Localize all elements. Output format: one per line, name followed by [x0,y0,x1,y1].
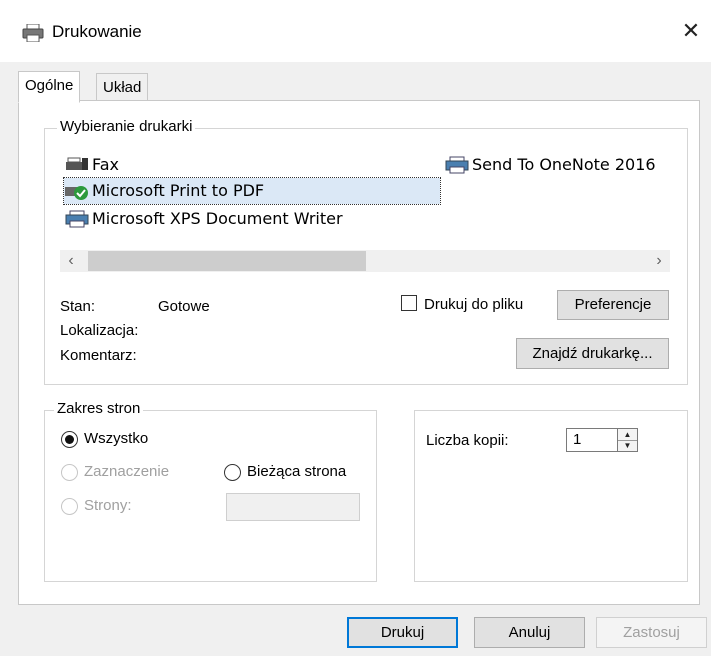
radio-current-page-label[interactable]: Bieżąca strona [247,463,346,480]
spin-down-icon[interactable]: ▼ [618,440,637,451]
tab-layout[interactable]: Układ [96,73,149,102]
printer-name: Send To OneNote 2016 [472,155,656,174]
location-label: Lokalizacja: [60,322,139,339]
scroll-left-icon[interactable]: ‹ [60,250,82,272]
printer-item-microsoft-xps[interactable]: Microsoft XPS Document Writer [64,206,343,232]
tab-general[interactable]: Ogólne [18,71,81,103]
pages-input[interactable] [226,493,360,521]
close-button[interactable]: ✕ [676,16,706,46]
scroll-right-icon[interactable]: › [648,250,670,272]
printer-icon [65,210,89,228]
status-value: Gotowe [158,298,210,315]
fax-printer-icon [66,157,88,170]
window-title: Drukowanie [52,22,142,41]
printer-item-fax[interactable]: Fax [64,152,119,178]
radio-current-page[interactable] [224,464,241,481]
radio-selection[interactable] [61,464,78,481]
copies-label: Liczba kopii: [426,432,509,449]
preferences-button[interactable]: Preferencje [557,290,669,320]
status-label: Stan: [60,298,96,315]
printer-icon [445,156,469,174]
radio-all-label[interactable]: Wszystko [84,430,148,447]
printer-name: Microsoft Print to PDF [92,181,265,200]
radio-pages-label[interactable]: Strony: [84,497,132,514]
radio-all[interactable] [61,431,78,448]
comment-label: Komentarz: [60,347,137,364]
copies-spinner[interactable]: ▲ ▼ [617,428,638,452]
cancel-button[interactable]: Anuluj [474,617,585,648]
apply-button[interactable]: Zastosuj [596,617,707,648]
print-to-file-checkbox[interactable] [401,295,417,311]
printer-selection-label: Wybieranie drukarki [57,118,196,135]
printer-icon [22,24,44,42]
default-printer-check-icon [65,186,88,200]
copies-input[interactable]: 1 [566,428,618,452]
printer-item-send-to-onenote[interactable]: Send To OneNote 2016 [444,152,656,178]
printer-name: Fax [92,155,120,174]
printer-name: Microsoft XPS Document Writer [92,209,343,228]
find-printer-button[interactable]: Znajdź drukarkę... [516,338,669,369]
radio-pages[interactable] [61,498,78,515]
page-range-label: Zakres stron [54,400,144,417]
scrollbar-thumb[interactable] [88,251,366,271]
print-button[interactable]: Drukuj [347,617,458,648]
printer-item-microsoft-print-to-pdf[interactable]: Microsoft Print to PDF [63,177,441,205]
radio-selection-label[interactable]: Zaznaczenie [84,463,169,480]
print-to-file-label[interactable]: Drukuj do pliku [424,296,523,313]
